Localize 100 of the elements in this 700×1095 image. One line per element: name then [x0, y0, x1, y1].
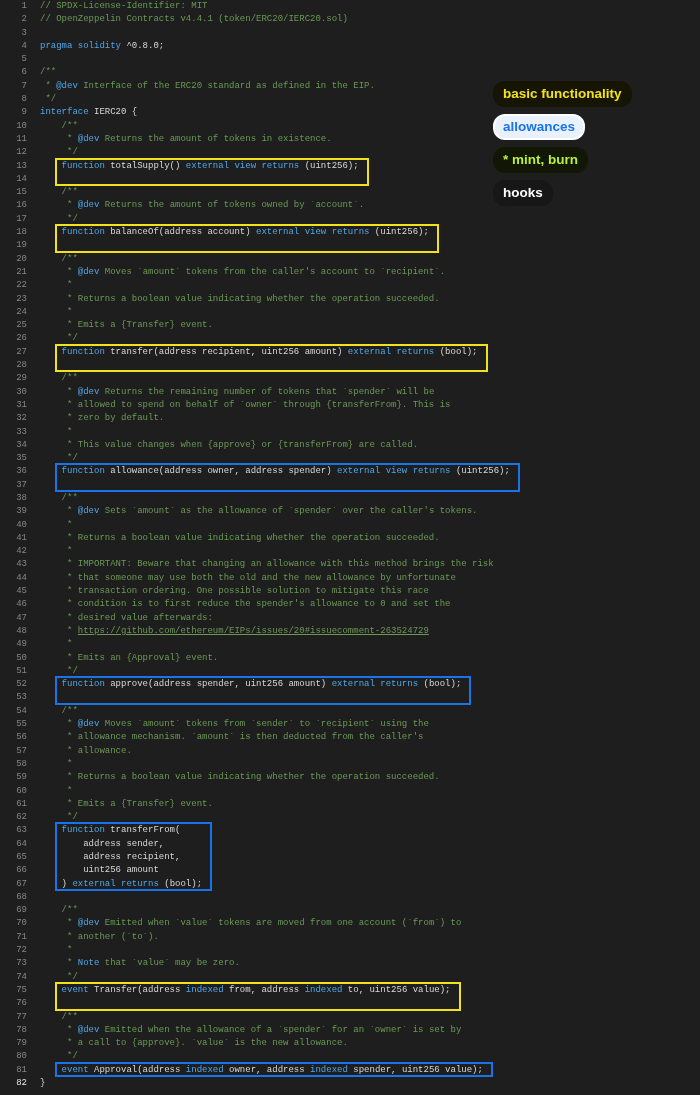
line-number: 47 — [16, 611, 27, 625]
line-number: 7 — [21, 79, 27, 93]
line-number: 5 — [21, 53, 27, 67]
code-line: // OpenZeppelin Contracts v4.4.1 (token/ERC20/IERC20.sol) — [40, 14, 348, 25]
line-number: 19 — [16, 239, 27, 253]
line-number: 50 — [16, 651, 27, 665]
code-line: /** — [60, 905, 78, 916]
code-line: * another (`to`). — [66, 931, 159, 942]
line-number: 62 — [16, 811, 27, 825]
line-number: 78 — [16, 1023, 27, 1037]
code-line: * Emits a {Transfer} event. — [66, 320, 213, 331]
code-line: uint256 amount — [82, 865, 159, 876]
code-line: function transferFrom( — [60, 825, 181, 836]
line-number: 38 — [16, 492, 27, 505]
line-number: 65 — [16, 851, 27, 864]
link[interactable]: https://github.com/ethereum/EIPs/issues/20#issuecomment-263524729 — [77, 625, 429, 636]
line-number: 27 — [16, 345, 27, 359]
line-number: 9 — [21, 106, 27, 120]
code-line: * — [66, 639, 73, 650]
code-line: * @dev Returns the remaining number of tokens that `spender` will be — [66, 386, 435, 397]
line-number: 52 — [16, 678, 27, 692]
line-number: 22 — [16, 279, 27, 293]
code-line: * @dev Returns the amount of tokens owned by `account`. — [66, 200, 365, 211]
code-line: * zero by default. — [66, 413, 165, 424]
line-number: 69 — [16, 904, 27, 918]
line-number: 10 — [16, 119, 27, 133]
code-line: * — [66, 785, 73, 796]
line-number: 28 — [16, 359, 27, 372]
line-number: 37 — [16, 478, 27, 492]
code-line: */ — [44, 94, 57, 105]
line-number: 35 — [16, 452, 27, 466]
line-number: 60 — [16, 784, 27, 798]
line-number: 75 — [16, 983, 27, 997]
line-number: 29 — [16, 372, 27, 386]
line-number: 68 — [16, 890, 27, 904]
code-line: * Emits an {Approval} event. — [66, 652, 219, 663]
line-number: 17 — [16, 212, 27, 226]
code-line: event Transfer(address indexed from, address indexed to, uint256 value); — [60, 984, 451, 995]
line-number: 44 — [16, 571, 27, 585]
code-line: // SPDX-License-Identifier: MIT — [40, 1, 208, 11]
line-number: 42 — [16, 545, 27, 559]
code-line: * that someone may use both the old and the new allowance by unfortunate — [66, 572, 456, 583]
code-line: * @dev Moves `amount` tokens from the caller's account to `recipient`. — [66, 266, 446, 277]
code-line: * desired value afterwards: — [66, 612, 213, 623]
code-line: * IMPORTANT: Beware that changing an allowance with this method brings the risk — [66, 559, 494, 570]
code-line: */ — [66, 453, 78, 464]
code-line: */ — [66, 147, 78, 158]
legend-tag: * mint, burn — [493, 147, 588, 173]
legend-tag: allowances — [493, 114, 586, 140]
line-number: 34 — [16, 438, 27, 452]
code-line: * @dev Moves `amount` tokens from `sender` to `recipient` using the — [66, 719, 429, 730]
line-number: 26 — [16, 332, 27, 346]
line-number: 23 — [16, 292, 27, 306]
legend-tag: hooks — [493, 180, 553, 206]
code-line: event Approval(address indexed owner, address indexed spender, uint256 value); — [60, 1064, 483, 1075]
code-line: pragma solidity ^0.8.0; — [40, 40, 165, 51]
line-number: 77 — [16, 1010, 27, 1024]
code-line: */ — [66, 812, 78, 823]
code-line: */ — [66, 333, 78, 344]
line-number: 8 — [21, 93, 27, 107]
code-line: function allowance(address owner, address spender) external view returns (uint256); — [60, 466, 510, 477]
line-number: 66 — [16, 864, 27, 878]
code-line: * — [66, 306, 73, 317]
line-number: 25 — [16, 319, 27, 333]
line-number: 76 — [16, 997, 27, 1011]
line-number: 3 — [21, 26, 27, 40]
line-number: 49 — [16, 638, 27, 652]
line-number: 55 — [16, 718, 27, 732]
code-line: ) external returns (bool); — [60, 878, 203, 889]
line-number: 74 — [16, 970, 27, 984]
line-number: 30 — [16, 385, 27, 399]
line-number: 71 — [16, 930, 27, 944]
code-line: * allowance mechanism. `amount` is then deducted from the caller's — [66, 732, 424, 743]
code-line: function approve(address spender, uint256 amount) external returns (bool); — [60, 679, 462, 690]
code-line: * — [66, 546, 73, 557]
line-number: 51 — [16, 664, 27, 678]
code-line: /** — [40, 67, 57, 78]
line-number: 58 — [16, 757, 27, 771]
line-number: 33 — [16, 425, 27, 439]
line-number: 21 — [16, 265, 27, 279]
line-number: 79 — [16, 1037, 27, 1051]
code-line: * Returns a boolean value indicating whether the operation succeeded. — [66, 532, 440, 543]
line-number: 15 — [16, 186, 27, 200]
line-number: 18 — [16, 226, 27, 240]
code-line: * a call to {approve}. `value` is the new allowance. — [66, 1038, 348, 1049]
line-number: 53 — [16, 691, 27, 705]
line-number: 46 — [16, 598, 27, 612]
code-line: */ — [66, 971, 78, 982]
line-number: 20 — [16, 252, 27, 266]
code-line: * @dev Sets `amount` as the allowance of `spender` over the caller's tokens. — [66, 506, 478, 517]
line-number: 43 — [16, 558, 27, 572]
line-number: 2 — [21, 13, 27, 27]
code-line: * @dev Returns the amount of tokens in existence. — [66, 133, 332, 144]
code-line: /** — [60, 253, 78, 264]
line-number: 81 — [16, 1063, 27, 1077]
code-line: interface IERC20 { — [40, 107, 138, 118]
code-line: /** — [60, 705, 78, 716]
line-number: 31 — [16, 398, 27, 412]
line-number: 41 — [16, 531, 27, 545]
code-line: /** — [60, 373, 78, 384]
